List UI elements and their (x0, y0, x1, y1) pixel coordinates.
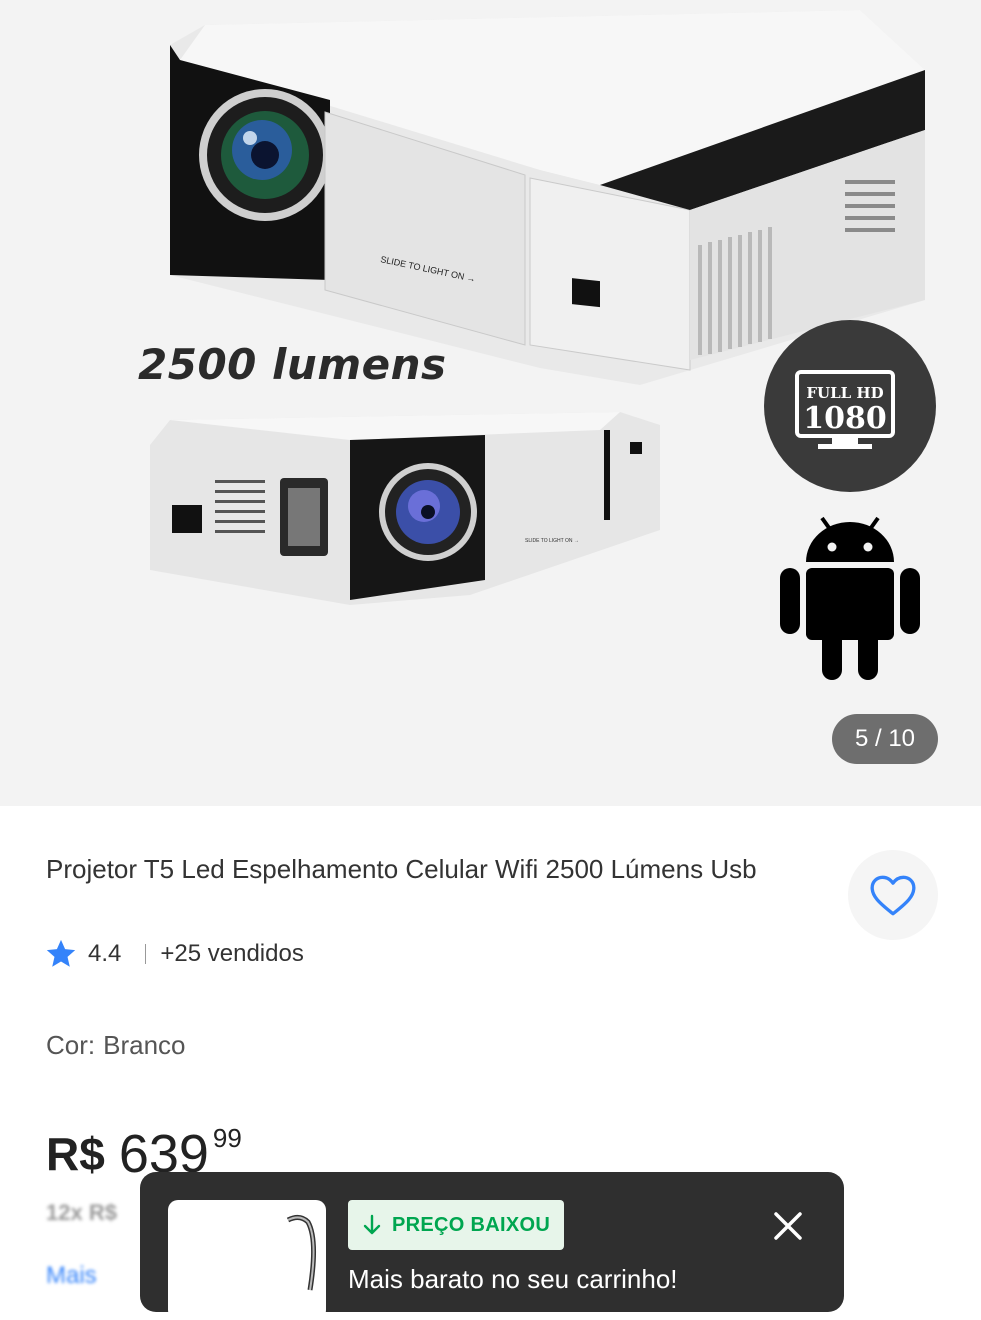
slide-label-small: SLIDE TO LIGHT ON → (525, 538, 579, 544)
lumens-overlay-text: 2500 lumens (138, 340, 447, 389)
badge-line2: 1080 (803, 401, 887, 436)
arrow-down-icon (363, 1214, 381, 1235)
color-label: Cor: (46, 1030, 96, 1060)
projector-small: SLIDE TO LIGHT ON → (150, 412, 660, 605)
star-icon (46, 939, 76, 967)
rating-value: 4.4 (88, 940, 122, 967)
product-image: SLIDE TO LIGHT ON → SLIDE TO LIGHT ON → (150, 10, 936, 680)
rating-row[interactable]: 4.4 +25 vendidos (44, 936, 304, 972)
heart-icon (870, 875, 916, 916)
full-hd-badge: FULL HD 1080 (764, 320, 936, 492)
sold-count: +25 vendidos (160, 940, 304, 967)
android-icon (780, 516, 920, 680)
divider (145, 944, 147, 964)
image-counter: 5 / 10 (832, 714, 938, 764)
product-image-gallery[interactable]: SLIDE TO LIGHT ON → SLIDE TO LIGHT ON → (0, 0, 981, 806)
price-drop-label: PREÇO BAIXOU (392, 1213, 551, 1236)
more-payment-link[interactable]: Mais (46, 1262, 97, 1290)
price-currency: R$ (46, 1128, 105, 1180)
favorite-button[interactable] (848, 850, 938, 940)
close-icon[interactable] (770, 1208, 806, 1244)
badge-line1: FULL HD (806, 384, 883, 402)
price-cents: 99 (212, 1123, 242, 1153)
installments-text: 12x R$ (46, 1200, 117, 1225)
projector-large: SLIDE TO LIGHT ON → (170, 10, 925, 385)
color-value: Branco (103, 1030, 186, 1060)
product-title: Projetor T5 Led Espelhamento Celular Wif… (46, 854, 757, 884)
color-selector[interactable]: Cor: Branco (46, 1030, 194, 1061)
toast-product-thumbnail (168, 1200, 326, 1320)
price-drop-badge: PREÇO BAIXOU (348, 1200, 565, 1250)
price-drop-toast[interactable]: PREÇO BAIXOU Mais barato no seu carrinho… (140, 1172, 844, 1320)
